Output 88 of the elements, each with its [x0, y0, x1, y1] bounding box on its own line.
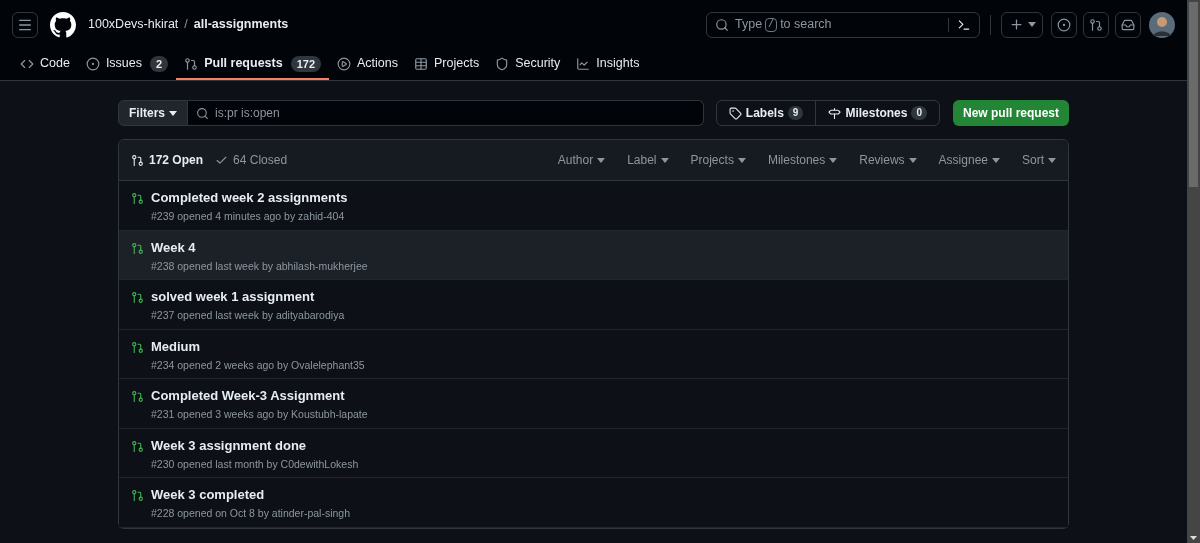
pull-request-icon	[131, 153, 144, 167]
new-pull-request-button[interactable]: New pull request	[952, 100, 1069, 126]
caret-icon	[597, 157, 606, 163]
pull-requests-button[interactable]	[1083, 11, 1109, 38]
slash-key: /	[765, 17, 778, 32]
search-placeholder-end: to search	[780, 16, 832, 34]
open-pull-request-icon	[131, 291, 144, 304]
scrollbar[interactable]	[1187, 0, 1200, 543]
open-pull-request-icon	[131, 489, 144, 502]
search-icon	[715, 17, 729, 32]
inbox-button[interactable]	[1115, 11, 1141, 38]
owner-link[interactable]: 100xDevs-hkirat	[88, 15, 179, 34]
menu-button[interactable]	[12, 11, 38, 38]
labels-button[interactable]: Labels 9	[716, 101, 817, 125]
avatar-icon[interactable]	[1149, 11, 1175, 38]
signpost-icon	[828, 106, 842, 120]
pull-request-title[interactable]: Medium	[151, 337, 365, 356]
inbox-icon	[1121, 17, 1135, 32]
repo-tab[interactable]: Projects	[406, 49, 488, 80]
open-pull-request-icon	[131, 241, 144, 255]
caret-icon	[908, 157, 917, 163]
caret-icon	[992, 157, 1000, 163]
command-palette-icon[interactable]	[957, 17, 971, 32]
scroll-down-icon[interactable]	[1190, 536, 1197, 540]
line-chart-icon	[576, 56, 591, 71]
pull-request-title[interactable]: Completed Week-3 Assignment	[151, 387, 368, 405]
caret-icon	[1027, 22, 1036, 27]
pull-request-meta: #237 opened last week by adityabarodiya	[151, 308, 345, 323]
table-icon	[414, 56, 428, 71]
github-logo-icon[interactable]	[50, 11, 76, 38]
count-badge: 172	[290, 55, 321, 72]
caret-icon	[737, 157, 746, 163]
pull-request-title[interactable]: Week 3 completed	[151, 486, 351, 504]
filter-dropdown[interactable]: Author	[557, 151, 606, 169]
circle-dot-icon	[1057, 17, 1071, 32]
play-icon	[337, 56, 351, 71]
state-filter-link[interactable]: 64 Closed	[215, 151, 288, 169]
repo-tab[interactable]: Code	[12, 49, 78, 80]
filters-button[interactable]: Filters	[118, 100, 188, 126]
open-pull-request-icon	[131, 192, 144, 205]
repo-tab[interactable]: Issues 2	[77, 49, 177, 80]
pull-request-meta: #230 opened last month by C0dewithLokesh	[151, 456, 359, 472]
issues-button[interactable]	[1051, 11, 1077, 38]
pull-request-icon	[184, 56, 199, 71]
repo-tab[interactable]: Security	[487, 49, 569, 80]
caret-icon	[829, 157, 838, 163]
search-placeholder: Type	[735, 16, 763, 34]
plus-icon	[1008, 17, 1024, 32]
filter-search-field[interactable]: is:pr is:open	[188, 100, 704, 126]
pull-request-title[interactable]: Week 3 assignment done	[151, 436, 359, 455]
open-pull-request-icon	[131, 439, 144, 453]
shield-icon	[495, 56, 510, 71]
search-field[interactable]: Type / to search	[706, 11, 980, 38]
count-badge: 2	[150, 55, 169, 72]
filter-dropdown[interactable]: Label	[627, 151, 669, 169]
pull-request-title[interactable]: solved week 1 assignment	[151, 288, 345, 306]
repo-tab[interactable]: Pull requests 172	[176, 49, 329, 80]
path-separator: /	[184, 16, 188, 34]
caret-icon	[660, 157, 669, 163]
filter-dropdown[interactable]: Projects	[690, 151, 746, 169]
state-filter-link[interactable]: 172 Open	[131, 151, 204, 169]
repo-tab[interactable]: Actions	[329, 49, 406, 80]
pull-request-meta: #228 opened on Oct 8 by atinder-pal-singh	[151, 506, 351, 521]
pull-request-meta: #239 opened 4 minutes ago by zahid-404	[151, 209, 346, 224]
pull-request-meta: #231 opened 3 weeks ago by Koustubh-lapate	[151, 407, 368, 422]
pull-request-meta: #234 opened 2 weeks ago by Ovalelephant35	[151, 357, 365, 373]
open-pull-request-icon	[131, 390, 144, 403]
create-new-button[interactable]	[1001, 11, 1043, 38]
open-pull-request-icon	[131, 340, 144, 354]
pull-request-icon	[1089, 17, 1103, 32]
filter-query: is:pr is:open	[215, 105, 280, 122]
filter-dropdown[interactable]: Reviews	[859, 151, 917, 169]
pull-request-meta: #238 opened last week by abhilash-mukherjee	[151, 258, 368, 274]
search-icon	[196, 106, 209, 120]
repo-link[interactable]: all-assignments	[193, 15, 289, 34]
circle-dot-icon	[85, 56, 100, 71]
repo-tab[interactable]: Insights	[568, 49, 648, 80]
tag-icon	[728, 106, 742, 120]
pull-request-title[interactable]: Week 4	[151, 238, 368, 257]
pull-request-row[interactable]: Week 4 #238 opened last week by abhilash-mukherjee	[119, 230, 1068, 280]
pull-request-title[interactable]: Completed week 2 assignments	[151, 189, 348, 207]
filter-dropdown[interactable]: Assignee	[938, 151, 1000, 169]
scrollbar-thumb[interactable]	[1189, 2, 1198, 187]
filter-dropdown[interactable]: Sort	[1022, 151, 1056, 169]
filter-dropdown[interactable]: Milestones	[767, 151, 838, 169]
caret-icon	[1048, 157, 1056, 163]
milestones-button[interactable]: Milestones 0	[816, 101, 939, 125]
caret-icon	[169, 110, 177, 116]
